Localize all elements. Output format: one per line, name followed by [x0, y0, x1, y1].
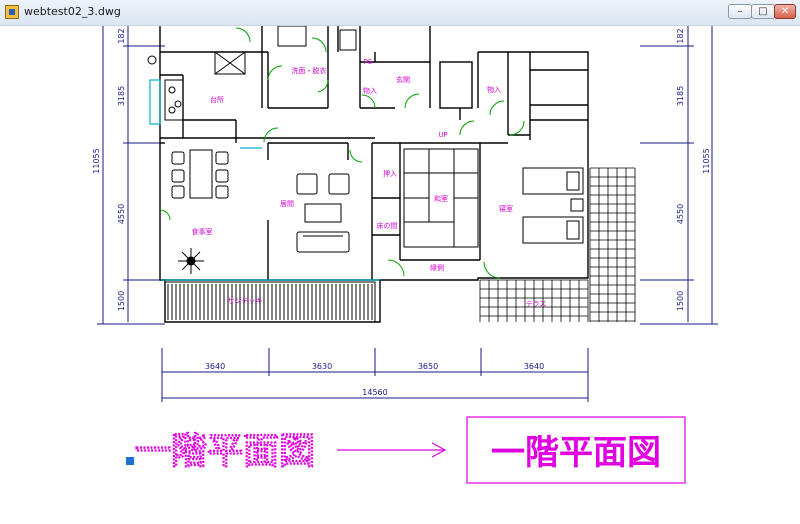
plant-icon: [178, 248, 204, 274]
bottom-dim-4: 3640: [524, 362, 544, 371]
title-outline-text: 一階平面図: [135, 431, 315, 472]
floor-plan-drawing: 182 3185 4550 1500 11055 182 3185 4550 1…: [92, 26, 718, 484]
window-title: webtest02_3.dwg: [24, 5, 121, 18]
right-dim-total: 11055: [702, 148, 711, 173]
sundeck-hatch: [164, 281, 376, 323]
bottom-dim-2: 3630: [312, 362, 332, 371]
label-shinshitsu: 寝室: [499, 204, 513, 213]
label-monoire-2: 物入: [487, 85, 501, 94]
label-washitsu: 和室: [434, 194, 448, 203]
minimize-button[interactable]: –: [728, 4, 752, 19]
window-titlebar: webtest02_3.dwg – □ ✕: [0, 0, 800, 26]
label-yukanoma: 床の間: [377, 221, 398, 230]
label-ima: 居間: [280, 200, 294, 208]
bottom-dim-3: 3650: [418, 362, 438, 371]
label-monoire-1: 物入: [363, 86, 377, 95]
ucs-marker-icon: [126, 457, 134, 465]
label-terrace: テラス: [526, 300, 547, 308]
label-daidokoro: 台所: [210, 95, 224, 104]
left-dim-4550: 4550: [117, 204, 126, 224]
left-dim-1500: 1500: [117, 291, 126, 311]
left-dim-3185: 3185: [117, 86, 126, 106]
bottom-dim-1: 3640: [205, 362, 225, 371]
app-icon: [5, 5, 19, 19]
label-up: UP: [438, 131, 447, 139]
label-shokuji: 食事室: [192, 227, 213, 236]
label-genkan: 玄関: [396, 75, 410, 84]
right-dimension-lines: [640, 26, 718, 325]
maximize-button[interactable]: □: [751, 4, 775, 19]
right-dim-1500: 1500: [676, 291, 685, 311]
left-dim-182: 182: [117, 28, 126, 43]
label-oshiire: 押入: [383, 169, 397, 178]
label-ps: PS: [364, 58, 373, 66]
drawing-canvas[interactable]: 182 3185 4550 1500 11055 182 3185 4550 1…: [0, 26, 800, 524]
side-terrace-grid: [589, 167, 636, 322]
right-dim-3185: 3185: [676, 86, 685, 106]
title-boxed-text: 一階平面図: [491, 433, 661, 473]
left-dimension-lines: [97, 26, 165, 325]
walls: [159, 26, 589, 323]
close-button[interactable]: ✕: [774, 4, 796, 19]
label-engawa: 縁側: [430, 263, 444, 272]
label-deck: サンデッキ: [228, 296, 263, 305]
bottom-dim-total: 14560: [362, 388, 387, 397]
left-dim-total: 11055: [92, 148, 101, 173]
label-sentaku: 洗面・脱衣: [292, 66, 327, 75]
right-dim-4550: 4550: [676, 204, 685, 224]
right-dim-182: 182: [676, 28, 685, 43]
